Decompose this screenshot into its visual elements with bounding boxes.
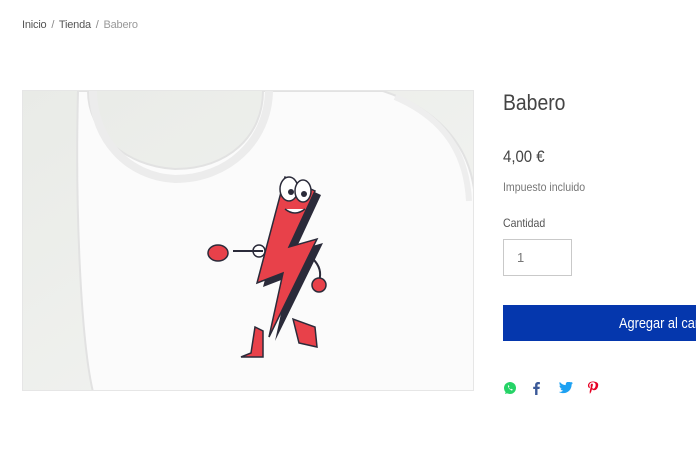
twitter-icon[interactable] [559,379,587,397]
product-price: 4,00 € [503,147,545,166]
breadcrumb-current: Babero [103,19,138,31]
add-to-cart-label: Agregar al carrito [619,314,696,332]
share-bar [503,379,615,397]
breadcrumb-home-link[interactable]: Inicio [22,19,47,31]
add-to-cart-button[interactable]: Agregar al carrito [503,305,696,341]
bib-illustration [23,91,473,390]
facebook-icon[interactable] [531,379,559,397]
breadcrumb: Inicio / Tienda / Babero [22,19,138,31]
pinterest-icon[interactable] [587,379,615,397]
quantity-input[interactable] [503,239,572,276]
product-title: Babero [503,90,566,115]
quantity-label: Cantidad [503,216,546,230]
whatsapp-icon[interactable] [503,379,531,397]
product-image[interactable] [22,90,474,391]
breadcrumb-separator: / [95,19,99,31]
tax-note: Impuesto incluido [503,180,586,194]
breadcrumb-shop-link[interactable]: Tienda [59,19,91,31]
breadcrumb-separator: / [51,19,55,31]
